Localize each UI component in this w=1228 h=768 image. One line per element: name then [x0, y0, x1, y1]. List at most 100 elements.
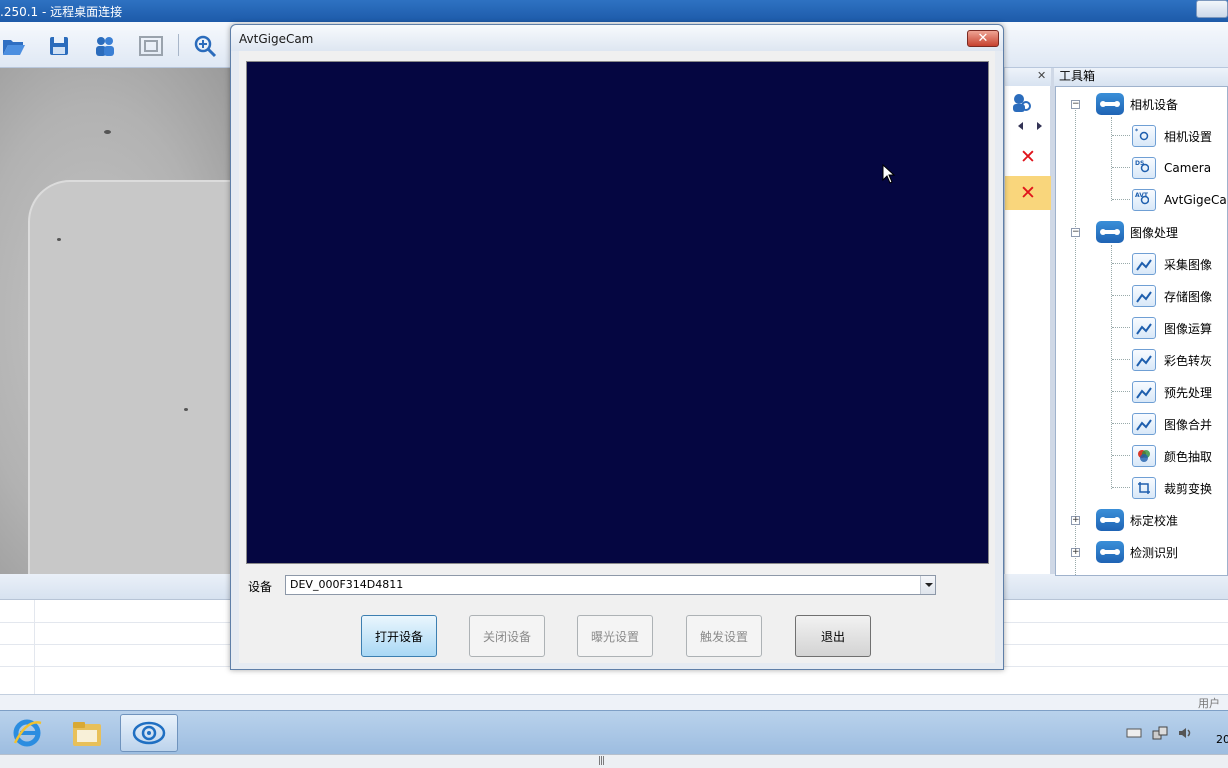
side-panel-close-button[interactable]: ✕ [1037, 69, 1046, 82]
image-speck [104, 130, 111, 134]
dialog-title: AvtGigeCam [239, 32, 314, 46]
remote-desktop-title: .250.1 - 远程桌面连接 [0, 5, 123, 19]
tree-item-label: 存储图像 [1164, 289, 1213, 304]
tree-group-label: 相机设备 [1130, 97, 1179, 112]
taskbar: 20 [0, 710, 1228, 754]
window-control-button[interactable] [1196, 0, 1228, 18]
color-to-gray-icon [1132, 349, 1156, 371]
trigger-settings-button[interactable]: 触发设置 [686, 615, 762, 657]
open-device-button[interactable]: 打开设备 [361, 615, 437, 657]
resize-grip-icon[interactable]: ||| [598, 756, 605, 766]
device-select[interactable]: DEV_000F314D4811 [285, 575, 936, 595]
tree-guide [1112, 359, 1130, 360]
preprocess-icon [1132, 381, 1156, 403]
exit-button[interactable]: 退出 [795, 615, 871, 657]
wrench-icon [1096, 93, 1124, 115]
tree-item-crop-transform[interactable]: 裁剪变换 [1132, 472, 1212, 504]
internet-explorer-icon[interactable] [0, 714, 54, 752]
tree-item-label: 采集图像 [1164, 257, 1213, 272]
tree-item-avtgigecam[interactable]: AVT AvtGigeCam [1132, 184, 1227, 216]
remote-desktop-titlebar: .250.1 - 远程桌面连接 [0, 0, 1228, 22]
tree-collapse-toggle[interactable]: − [1071, 228, 1080, 237]
device-select-value: DEV_000F314D4811 [290, 578, 404, 591]
tree-collapse-toggle[interactable]: − [1071, 100, 1080, 109]
tree-guide [1112, 199, 1130, 200]
tree-guide [1112, 487, 1130, 488]
tree-item-image-operation[interactable]: 图像运算 [1132, 312, 1212, 344]
chevron-down-icon[interactable] [920, 576, 935, 594]
tree-item-label: AvtGigeCam [1164, 193, 1227, 207]
zoom-in-icon[interactable] [191, 32, 219, 60]
close-device-button[interactable]: 关闭设备 [469, 615, 545, 657]
status-user-label: 用户 [1198, 697, 1220, 710]
user-search-icon[interactable] [1011, 92, 1033, 117]
toolbar-separator [178, 34, 179, 56]
next-arrow-icon[interactable] [1037, 122, 1042, 130]
tree-guide [1112, 327, 1130, 328]
tree-group-detection[interactable]: 检测识别 [1096, 536, 1178, 568]
image-viewer[interactable] [0, 68, 232, 574]
tree-item-camera-settings[interactable]: * 相机设置 [1132, 120, 1212, 152]
tree-item-label: 裁剪变换 [1164, 481, 1213, 496]
tree-item-camera[interactable]: DS Camera [1132, 152, 1211, 184]
dialog-titlebar[interactable]: AvtGigeCam ✕ [231, 25, 1003, 51]
tree-item-color-to-gray[interactable]: 彩色转灰 [1132, 344, 1212, 376]
vision-app-icon[interactable] [120, 714, 178, 752]
volume-icon[interactable] [1178, 726, 1194, 743]
network-icon[interactable] [1152, 725, 1168, 744]
wrench-icon [1096, 541, 1124, 563]
color-extract-icon [1132, 445, 1156, 467]
save-icon[interactable] [45, 32, 73, 60]
tree-group-label: 标定校准 [1130, 513, 1179, 528]
avt-camera-icon: AVT [1132, 189, 1156, 211]
toolbox-tree[interactable]: − 相机设备 * 相机设置 DS Camera AVT AvtGigeCam −… [1055, 86, 1228, 576]
crop-transform-icon [1132, 477, 1156, 499]
wrench-icon [1096, 509, 1124, 531]
camera-preview[interactable] [246, 61, 989, 564]
tree-item-acquire-image[interactable]: 采集图像 [1132, 248, 1212, 280]
tree-guide [1112, 391, 1130, 392]
tree-item-label: 图像合并 [1164, 417, 1213, 432]
exposure-settings-button[interactable]: 曝光设置 [577, 615, 653, 657]
tree-group-image-processing[interactable]: 图像处理 [1096, 216, 1178, 248]
side-panel: ✕ ✕ ✕ [1004, 68, 1051, 574]
tree-guide [1112, 167, 1130, 168]
grid-col-line [34, 600, 35, 694]
folder-open-icon[interactable] [0, 32, 28, 60]
fit-window-icon[interactable] [137, 32, 165, 60]
camera-settings-icon: * [1132, 125, 1156, 147]
users-icon[interactable] [91, 32, 119, 60]
tree-expand-toggle[interactable]: + [1071, 548, 1080, 557]
tree-item-label: 图像运算 [1164, 321, 1213, 336]
dialog-close-button[interactable]: ✕ [967, 30, 999, 47]
tree-guide [1112, 263, 1130, 264]
tree-item-label: 颜色抽取 [1164, 449, 1213, 464]
keyboard-icon[interactable] [1126, 727, 1142, 742]
acquire-image-icon [1132, 253, 1156, 275]
tree-item-save-image[interactable]: 存储图像 [1132, 280, 1212, 312]
tree-item-label: Camera [1164, 161, 1212, 175]
tree-guide [1112, 423, 1130, 424]
save-image-icon [1132, 285, 1156, 307]
clock-time[interactable]: 20 [1216, 733, 1228, 746]
device-label: 设备 [248, 580, 273, 594]
remove-selected-item-button[interactable]: ✕ [1005, 176, 1051, 210]
avtgigecam-dialog: AvtGigeCam ✕ 设备 DEV_000F314D4811 打开设备 关闭… [230, 24, 1004, 670]
image-merge-icon [1132, 413, 1156, 435]
tree-item-image-merge[interactable]: 图像合并 [1132, 408, 1212, 440]
remove-item-button[interactable]: ✕ [1005, 140, 1051, 174]
prev-arrow-icon[interactable] [1018, 122, 1023, 130]
tree-group-camera-devices[interactable]: 相机设备 [1096, 88, 1178, 120]
status-bar: 用户 [0, 694, 1228, 710]
tree-item-preprocess[interactable]: 预先处理 [1132, 376, 1212, 408]
file-explorer-icon[interactable] [60, 714, 114, 752]
tree-guide [1112, 135, 1130, 136]
tree-guide [1112, 295, 1130, 296]
remote-desktop-bottom-strip: ||| [0, 754, 1228, 768]
tree-group-calibration[interactable]: 标定校准 [1096, 504, 1178, 536]
tree-item-label: 相机设置 [1164, 129, 1213, 144]
dialog-body: 设备 DEV_000F314D4811 打开设备 关闭设备 曝光设置 触发设置 … [239, 51, 995, 663]
tree-expand-toggle[interactable]: + [1071, 516, 1080, 525]
tree-item-color-extract[interactable]: 颜色抽取 [1132, 440, 1212, 472]
tree-guide [1075, 107, 1076, 575]
